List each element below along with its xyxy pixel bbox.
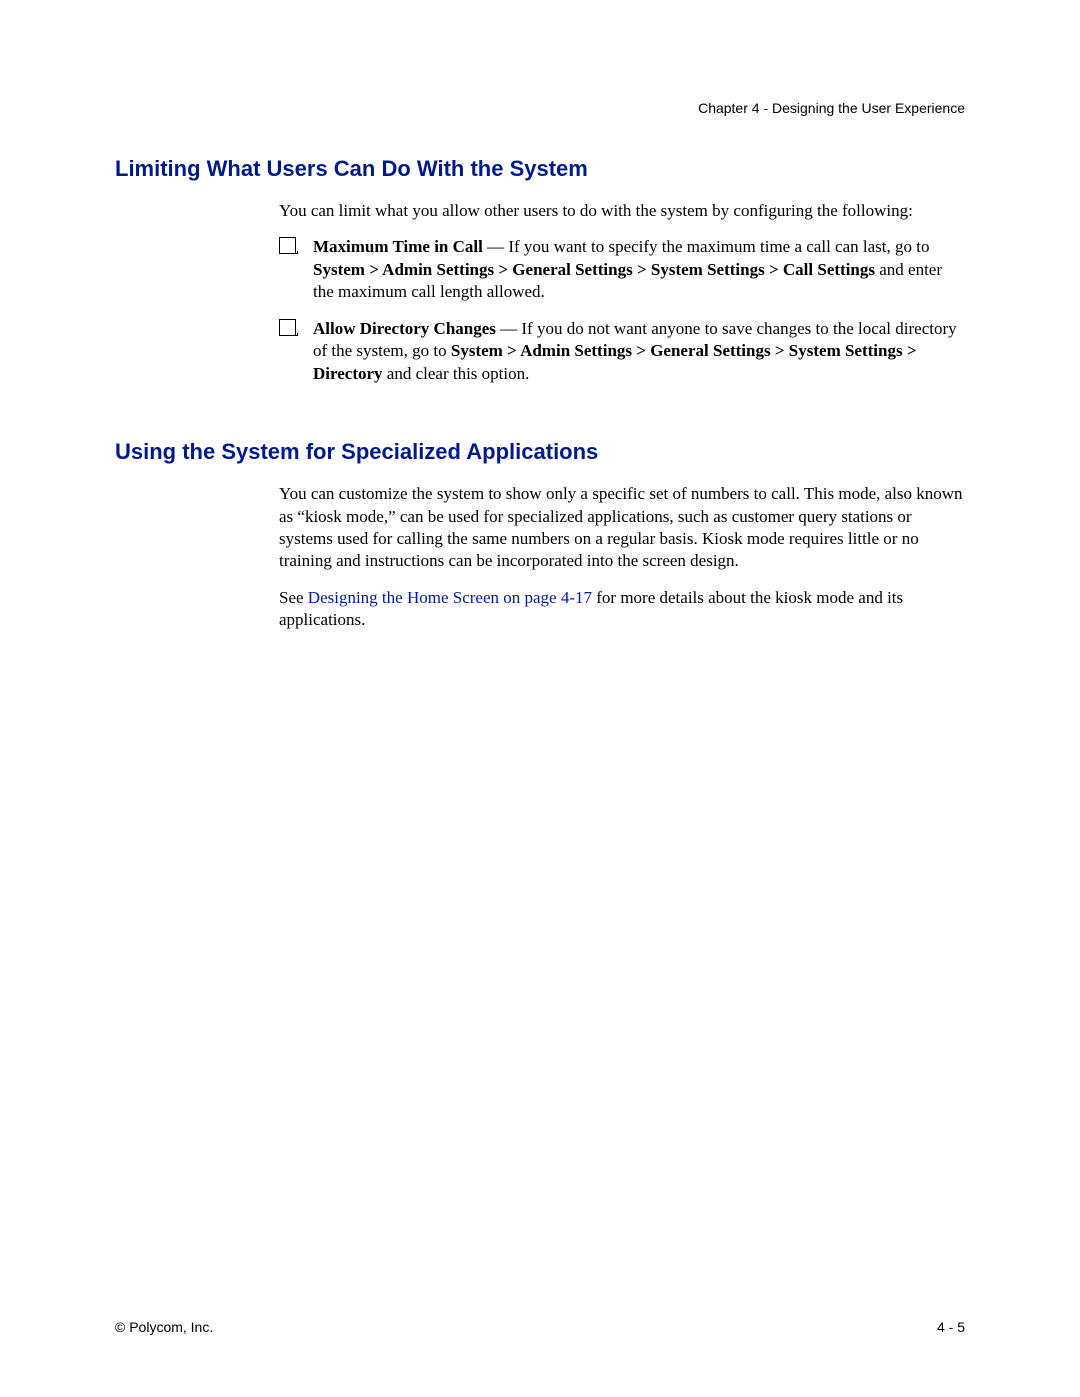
checklist-item: Allow Directory Changes — If you do not …: [279, 318, 965, 385]
section2-body: You can customize the system to show onl…: [279, 483, 965, 632]
section2-para2: See Designing the Home Screen on page 4-…: [279, 587, 965, 632]
footer-copyright: © Polycom, Inc.: [115, 1319, 213, 1335]
section1-intro: You can limit what you allow other users…: [279, 200, 965, 222]
checklist-item: Maximum Time in Call — If you want to sp…: [279, 236, 965, 303]
section-heading-specialized: Using the System for Specialized Applica…: [115, 439, 965, 465]
page: Chapter 4 - Designing the User Experienc…: [0, 0, 1080, 1397]
checkbox-icon: [279, 237, 296, 254]
section2-para1: You can customize the system to show onl…: [279, 483, 965, 573]
item-label: Maximum Time in Call: [313, 237, 483, 256]
cross-reference-link[interactable]: Designing the Home Screen on page 4-17: [308, 588, 592, 607]
item-text: If you want to specify the maximum time …: [508, 237, 929, 256]
footer-page-number: 4 - 5: [937, 1319, 965, 1335]
item-sep: —: [496, 319, 522, 338]
item-label: Allow Directory Changes: [313, 319, 496, 338]
page-footer: © Polycom, Inc. 4 - 5: [115, 1319, 965, 1335]
item-path: System > Admin Settings > General Settin…: [313, 260, 875, 279]
section1-body: You can limit what you allow other users…: [279, 200, 965, 385]
chapter-header: Chapter 4 - Designing the User Experienc…: [115, 100, 965, 116]
checkbox-icon: [279, 319, 296, 336]
para2-pre: See: [279, 588, 308, 607]
item-text-end: and clear this option.: [383, 364, 530, 383]
section-heading-limiting: Limiting What Users Can Do With the Syst…: [115, 156, 965, 182]
item-sep: —: [483, 237, 509, 256]
checklist: Maximum Time in Call — If you want to sp…: [279, 236, 965, 385]
